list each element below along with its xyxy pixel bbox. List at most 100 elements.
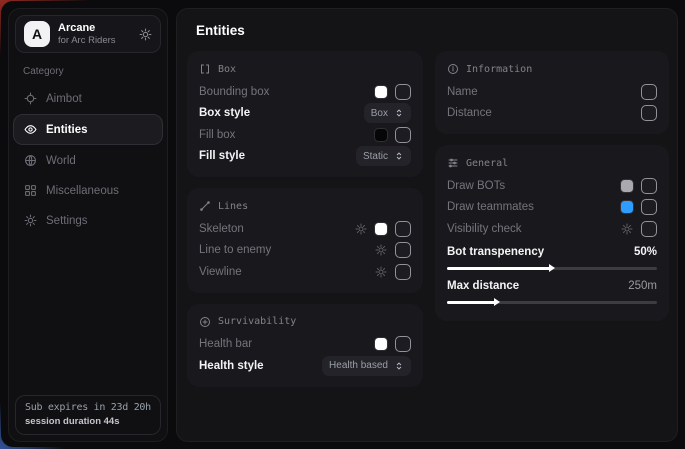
sidebar-item-miscellaneous[interactable]: Miscellaneous <box>13 176 163 205</box>
color-swatch[interactable] <box>621 180 633 192</box>
slider-head: Max distance 250m <box>447 277 657 296</box>
slider-value: 50% <box>634 246 657 258</box>
page-title: Entities <box>196 23 669 38</box>
checkbox[interactable] <box>641 84 657 100</box>
setting-label: Bot transpenency <box>447 246 544 258</box>
panel-box: Box Bounding box Box style Box <box>187 51 423 177</box>
panel-general: General Draw BOTs Draw teammates <box>435 145 669 321</box>
app-window: A Arcane for Arc Riders Category Aimbot <box>1 1 685 447</box>
checkbox[interactable] <box>395 242 411 258</box>
panel-header: Information <box>447 59 657 79</box>
panel-header: Survivability <box>199 312 411 332</box>
panel-title: Box <box>218 64 236 75</box>
sidebar-nav: Aimbot Entities World Miscellaneous <box>13 84 163 235</box>
gear-icon[interactable] <box>139 28 152 41</box>
sidebar-item-world[interactable]: World <box>13 146 163 175</box>
grid-icon <box>24 184 37 197</box>
gear-icon[interactable] <box>621 223 633 235</box>
panel-lines: Lines Skeleton Line to enemy <box>187 188 423 293</box>
health-cross-icon <box>199 316 211 328</box>
chevron-up-down-icon <box>394 151 404 161</box>
setting-row-box-style: Box style Box <box>199 103 411 125</box>
setting-label: Skeleton <box>199 223 244 235</box>
setting-label: Fill style <box>199 150 245 162</box>
gear-icon[interactable] <box>355 223 367 235</box>
checkbox[interactable] <box>395 127 411 143</box>
setting-row-health-style: Health style Health based <box>199 355 411 377</box>
health-style-dropdown[interactable]: Health based <box>322 356 411 376</box>
chevron-up-down-icon <box>394 361 404 371</box>
slider-thumb[interactable] <box>494 298 500 306</box>
right-column: Information Name Distance <box>435 51 669 321</box>
sidebar-item-label: Entities <box>46 124 88 136</box>
sidebar-item-label: World <box>46 155 76 167</box>
checkbox[interactable] <box>395 84 411 100</box>
box-style-dropdown[interactable]: Box <box>364 103 411 123</box>
setting-row-fill-box: Fill box <box>199 124 411 146</box>
gear-icon[interactable] <box>375 266 387 278</box>
setting-label: Name <box>447 86 478 98</box>
sidebar-item-entities[interactable]: Entities <box>13 114 163 145</box>
checkbox[interactable] <box>641 178 657 194</box>
sidebar-item-settings[interactable]: Settings <box>13 206 163 235</box>
slider-head: Bot transpenency 50% <box>447 243 657 262</box>
session-duration-text: session duration 44s <box>25 416 151 427</box>
sidebar-item-label: Settings <box>46 215 88 227</box>
slider-max-distance: Max distance 250m <box>447 277 657 304</box>
setting-label: Health bar <box>199 338 252 350</box>
slider-value: 250m <box>628 280 657 292</box>
left-column: Box Bounding box Box style Box <box>187 51 423 387</box>
checkbox[interactable] <box>395 264 411 280</box>
setting-row-bounding-box: Bounding box <box>199 81 411 103</box>
color-swatch[interactable] <box>375 223 387 235</box>
dropdown-value: Box <box>371 108 388 119</box>
fill-style-dropdown[interactable]: Static <box>356 146 411 166</box>
setting-row-name: Name <box>447 81 657 103</box>
sliders-icon <box>447 157 459 169</box>
app-title-block: Arcane for Arc Riders <box>58 22 116 47</box>
checkbox[interactable] <box>641 105 657 121</box>
slider-fill <box>447 301 497 304</box>
setting-row-draw-bots: Draw BOTs <box>447 175 657 197</box>
checkbox[interactable] <box>641 221 657 237</box>
setting-label: Visibility check <box>447 223 522 235</box>
app-subtitle: for Arc Riders <box>58 35 116 46</box>
panel-title: Survivability <box>218 316 296 327</box>
line-icon <box>199 200 211 212</box>
chevron-up-down-icon <box>394 108 404 118</box>
gear-icon <box>24 214 37 227</box>
crosshair-icon <box>24 92 37 105</box>
panel-survivability: Survivability Health bar Health style He… <box>187 304 423 387</box>
app-name: Arcane <box>58 22 116 35</box>
setting-row-draw-teammates: Draw teammates <box>447 197 657 219</box>
setting-row-skeleton: Skeleton <box>199 218 411 240</box>
setting-label: Line to enemy <box>199 244 271 256</box>
slider-track[interactable] <box>447 301 657 304</box>
gear-icon[interactable] <box>375 244 387 256</box>
setting-label: Health style <box>199 360 264 372</box>
checkbox[interactable] <box>395 336 411 352</box>
color-swatch[interactable] <box>375 129 387 141</box>
color-swatch[interactable] <box>375 86 387 98</box>
setting-row-distance: Distance <box>447 103 657 125</box>
panel-header: Lines <box>199 196 411 216</box>
slider-thumb[interactable] <box>549 264 555 272</box>
setting-label: Bounding box <box>199 86 269 98</box>
checkbox[interactable] <box>641 199 657 215</box>
color-swatch[interactable] <box>375 338 387 350</box>
checkbox[interactable] <box>395 221 411 237</box>
slider-track[interactable] <box>447 267 657 270</box>
panel-title: Lines <box>218 201 248 212</box>
subscription-card: Sub expires in 23d 20h session duration … <box>15 395 161 435</box>
category-label: Category <box>23 66 153 77</box>
setting-label: Draw teammates <box>447 201 534 213</box>
sidebar: A Arcane for Arc Riders Category Aimbot <box>8 8 168 442</box>
panel-title: General <box>466 158 508 169</box>
setting-label: Box style <box>199 107 250 119</box>
sidebar-item-aimbot[interactable]: Aimbot <box>13 84 163 113</box>
globe-icon <box>24 154 37 167</box>
color-swatch[interactable] <box>621 201 633 213</box>
slider-bot-transpenency: Bot transpenency 50% <box>447 243 657 270</box>
setting-label: Max distance <box>447 280 519 292</box>
dropdown-value: Health based <box>329 360 388 371</box>
